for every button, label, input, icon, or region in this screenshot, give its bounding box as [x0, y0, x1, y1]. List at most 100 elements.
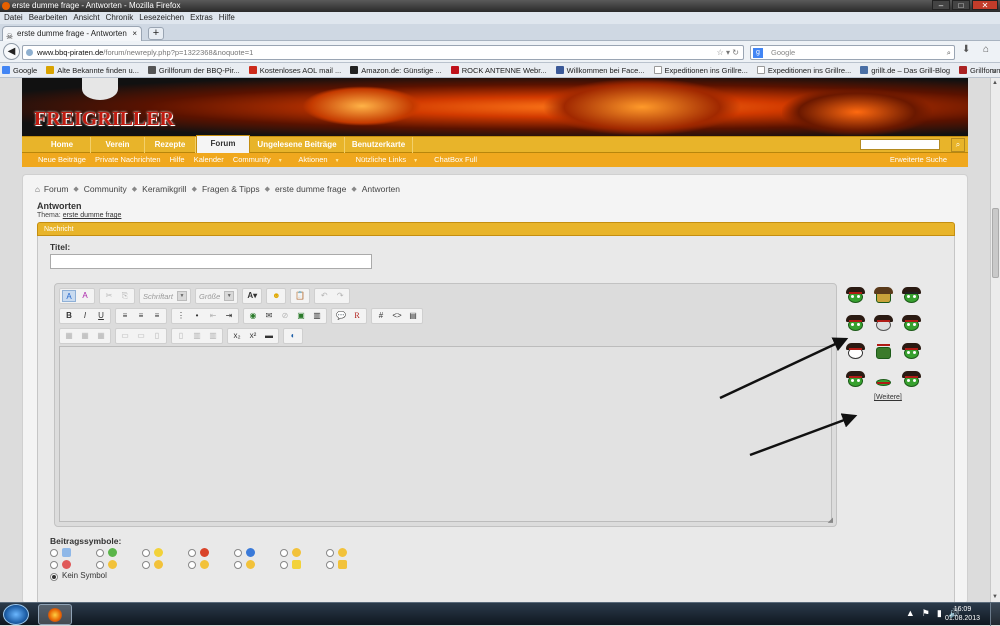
- start-button[interactable]: [3, 604, 29, 625]
- spoiler-icon[interactable]: R: [350, 310, 364, 322]
- menu-chronik[interactable]: Chronik: [106, 12, 134, 24]
- copy-icon[interactable]: ⎘: [118, 290, 132, 302]
- dropdown-icon[interactable]: ▾: [726, 48, 730, 57]
- paste-icon[interactable]: 📋: [293, 290, 307, 302]
- font-color-icon[interactable]: A▾: [245, 290, 259, 302]
- post-icon-radio[interactable]: [280, 561, 288, 569]
- post-icon-radio[interactable]: [142, 549, 150, 557]
- pirate-skull-smiley-icon[interactable]: [846, 342, 865, 359]
- download-icon[interactable]: ⬇: [962, 44, 970, 55]
- column-insert-icon[interactable]: ▯: [150, 330, 164, 342]
- bookmark-star-icon[interactable]: ☆: [717, 48, 724, 57]
- align-right-icon[interactable]: ≡: [150, 310, 164, 322]
- php-icon[interactable]: ▤: [406, 310, 420, 322]
- nav-verein[interactable]: Verein: [91, 137, 145, 153]
- align-center-icon[interactable]: ≡: [134, 310, 148, 322]
- subnav-private-nachrichten[interactable]: Private Nachrichten: [95, 155, 160, 164]
- pirate-smiley-icon[interactable]: [846, 370, 865, 387]
- message-textarea[interactable]: [59, 346, 832, 522]
- site-search-button[interactable]: ⌕: [951, 138, 965, 152]
- bookmark-item[interactable]: Grillforum der BBQ-Pir...: [147, 63, 240, 77]
- bookmark-item[interactable]: Expeditionen ins Grillre...: [653, 63, 748, 77]
- align-left-icon[interactable]: ≡: [118, 310, 132, 322]
- minimize-button[interactable]: –: [932, 0, 950, 10]
- subnav-community[interactable]: Community ▼: [233, 155, 290, 164]
- maximize-button[interactable]: □: [952, 0, 970, 10]
- pirate-skull-smiley-icon[interactable]: [874, 314, 893, 331]
- scroll-down-icon[interactable]: ▼: [992, 594, 998, 600]
- post-icon-radio[interactable]: [188, 549, 196, 557]
- post-icon-radio[interactable]: [234, 549, 242, 557]
- post-icon-radio[interactable]: [234, 561, 242, 569]
- subscript-icon[interactable]: x₂: [230, 330, 244, 342]
- flag-icon[interactable]: ⚑: [922, 608, 930, 619]
- post-icon-radio[interactable]: [280, 549, 288, 557]
- bookmark-item[interactable]: Alte Bekannte finden u...: [46, 63, 139, 77]
- code-icon[interactable]: <>: [390, 310, 404, 322]
- menu-datei[interactable]: Datei: [4, 12, 23, 24]
- show-desktop-button[interactable]: [990, 603, 1000, 626]
- site-search-input[interactable]: [860, 139, 940, 150]
- bookmark-item[interactable]: Kostenloses AOL mail ...: [248, 63, 341, 77]
- advanced-search-link[interactable]: Erweiterte Suche: [890, 153, 947, 167]
- clock[interactable]: 16:09 01.08.2013: [945, 605, 980, 623]
- tray-expand-icon[interactable]: ▲: [906, 608, 915, 619]
- table-insert-icon[interactable]: ▦: [78, 330, 92, 342]
- post-icon-radio[interactable]: [326, 549, 334, 557]
- nav-ungelesene-beitraege[interactable]: Ungelesene Beiträge: [250, 137, 345, 153]
- bookmark-item[interactable]: grillt.de – Das Grill-Blog: [860, 63, 950, 77]
- row-insert-icon[interactable]: ▭: [118, 330, 132, 342]
- horizontal-rule-icon[interactable]: ▬: [262, 330, 276, 342]
- pirate-crossed-swords-icon[interactable]: [874, 342, 893, 359]
- pirate-smiley-icon[interactable]: [902, 370, 921, 387]
- search-icon[interactable]: ⌕: [947, 46, 951, 59]
- bookmark-item[interactable]: Amazon.de: Günstige ...: [350, 63, 442, 77]
- bookmark-item[interactable]: Expeditionen ins Grillre...: [756, 63, 851, 77]
- close-button[interactable]: ✕: [972, 0, 998, 10]
- cut-icon[interactable]: ✂: [102, 290, 116, 302]
- menu-bearbeiten[interactable]: Bearbeiten: [29, 12, 68, 24]
- bookmarks-more-button[interactable]: »: [992, 63, 996, 78]
- breadcrumb-item[interactable]: Community: [84, 184, 127, 194]
- title-input[interactable]: [50, 254, 372, 269]
- breadcrumb-item[interactable]: Forum: [44, 184, 69, 194]
- nav-benutzerkarte[interactable]: Benutzerkarte: [345, 137, 413, 153]
- undo-icon[interactable]: ↶: [317, 290, 331, 302]
- nav-rezepte[interactable]: Rezepte: [145, 137, 196, 153]
- home-icon[interactable]: ⌂: [35, 185, 40, 194]
- underline-icon[interactable]: U: [94, 310, 108, 322]
- menu-ansicht[interactable]: Ansicht: [73, 12, 99, 24]
- subnav-nuetzliche-links[interactable]: Nützliche Links ▼: [356, 155, 425, 164]
- image-icon[interactable]: ▣: [294, 310, 308, 322]
- ordered-list-icon[interactable]: ⋮: [174, 310, 188, 322]
- subnav-chatbox-full[interactable]: ChatBox Full: [434, 155, 477, 164]
- breadcrumb-item[interactable]: Keramikgrill: [142, 184, 186, 194]
- taskbar-firefox-button[interactable]: [38, 604, 72, 625]
- resize-handle-icon[interactable]: ◢: [828, 516, 833, 524]
- italic-icon[interactable]: I: [78, 310, 92, 322]
- source-toggle-icon[interactable]: ◐: [286, 330, 300, 342]
- pirate-smiley-icon[interactable]: [846, 314, 865, 331]
- video-icon[interactable]: ▥: [310, 310, 324, 322]
- bookmark-item[interactable]: Google: [2, 63, 37, 77]
- menu-extras[interactable]: Extras: [190, 12, 213, 24]
- breadcrumb-item[interactable]: erste dumme frage: [275, 184, 346, 194]
- pirate-smiley-icon[interactable]: [846, 286, 865, 303]
- scroll-thumb[interactable]: [992, 208, 999, 278]
- page-scrollbar[interactable]: ▲ ▼: [990, 78, 1000, 602]
- close-tab-icon[interactable]: ×: [132, 27, 137, 41]
- unlink-icon[interactable]: ⊘: [278, 310, 292, 322]
- remove-format-icon[interactable]: A: [78, 290, 92, 302]
- nav-home[interactable]: Home: [34, 137, 91, 153]
- pirate-smiley-icon[interactable]: [902, 342, 921, 359]
- link-icon[interactable]: ◉: [246, 310, 260, 322]
- subnav-neue-beitraege[interactable]: Neue Beiträge: [38, 155, 86, 164]
- bookmark-item[interactable]: Willkommen bei Face...: [555, 63, 645, 77]
- menu-lesezeichen[interactable]: Lesezeichen: [139, 12, 184, 24]
- nav-forum[interactable]: Forum: [196, 135, 250, 153]
- post-icon-radio[interactable]: [188, 561, 196, 569]
- email-icon[interactable]: ✉: [262, 310, 276, 322]
- merge-cells-icon[interactable]: ▥: [190, 330, 204, 342]
- google-icon[interactable]: g: [753, 48, 763, 58]
- browser-tab[interactable]: ☠ erste dumme frage - Antworten ×: [2, 26, 142, 41]
